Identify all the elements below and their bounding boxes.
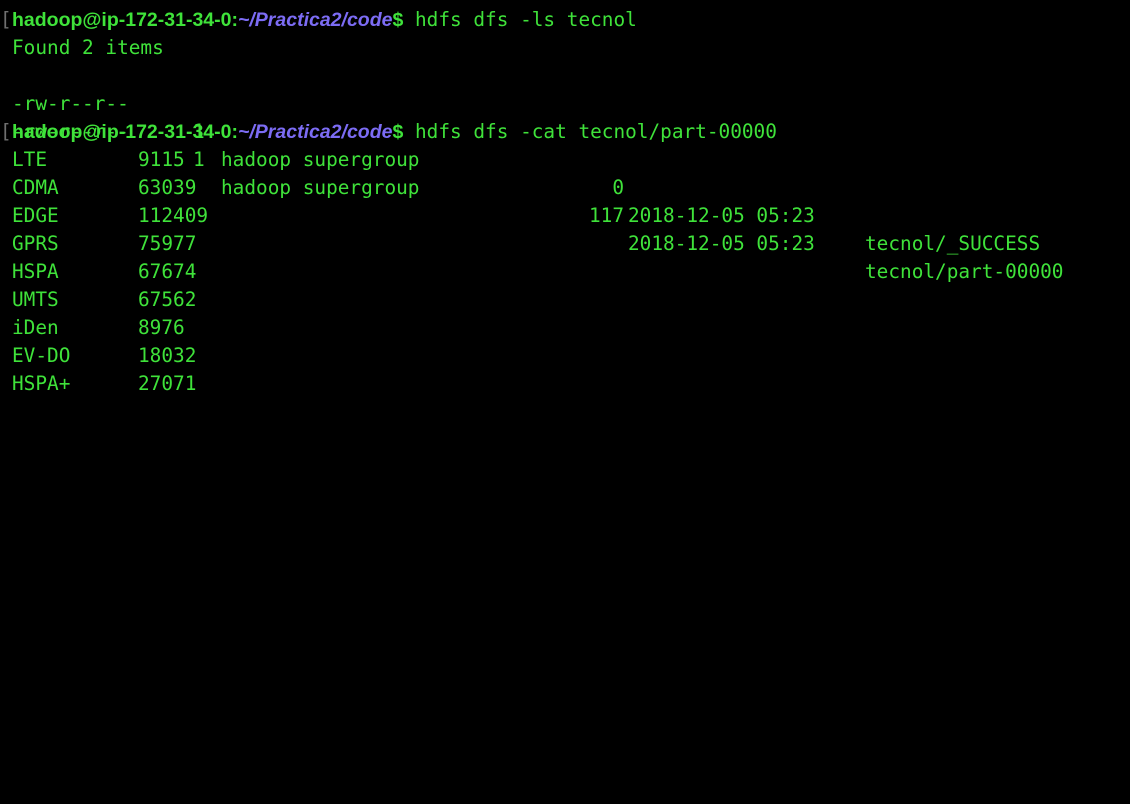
- output-key: EV-DO: [12, 344, 71, 367]
- prompt-user-host: hadoop@ip-172-31-34-0: [12, 121, 232, 143]
- output-value: 9115: [138, 148, 185, 171]
- output-key: UMTS: [12, 288, 59, 311]
- output-value: 67674: [138, 260, 197, 283]
- output-key: CDMA: [12, 176, 59, 199]
- ls-entry: -rw-r--r-- 1 hadoop supergroup 117 2018-…: [12, 90, 1122, 283]
- prompt-user-host: hadoop@ip-172-31-34-0: [12, 9, 232, 31]
- output-key: GPRS: [12, 232, 59, 255]
- ls-datetime: 2018-12-05 05:23: [628, 204, 815, 227]
- command-cat: hdfs dfs -cat tecnol/part-00000: [415, 120, 777, 143]
- output-value: 75977: [138, 232, 197, 255]
- output-row: UMTS 67562: [12, 286, 412, 314]
- ls-filename: tecnol/part-00000: [865, 260, 1064, 283]
- output-value: 8976: [138, 316, 185, 339]
- output-key: EDGE: [12, 204, 59, 227]
- output-value: 112409: [138, 204, 209, 227]
- output-key: HSPA: [12, 260, 59, 283]
- prompt-dollar: $: [392, 121, 404, 143]
- output-value: 63039: [138, 176, 197, 199]
- output-row: EV-DO 18032: [12, 342, 412, 370]
- output-value: 18032: [138, 344, 197, 367]
- prompt-path: ~/Practica2/code: [237, 9, 393, 31]
- prompt-dollar: $: [392, 9, 404, 31]
- prompt-line-cat: hadoop@ip-172-31-34-0:~/Practica2/code$ …: [12, 118, 777, 146]
- line-marker: [: [0, 8, 12, 31]
- output-row: HSPA 67674: [12, 258, 412, 286]
- output-value: 67562: [138, 288, 197, 311]
- output-key: HSPA+: [12, 372, 71, 395]
- ls-datetime: 2018-12-05 05:23: [628, 232, 815, 255]
- output-row: EDGE 112409: [12, 202, 412, 230]
- prompt-line-ls: hadoop@ip-172-31-34-0:~/Practica2/code$ …: [12, 6, 637, 34]
- ls-size: 0: [612, 176, 624, 199]
- line-marker: [: [0, 120, 12, 143]
- ls-entry: -rw-r--r-- 1 hadoop supergroup 0 2018-12…: [12, 62, 1122, 255]
- output-value: 27071: [138, 372, 197, 395]
- output-key: LTE: [12, 148, 48, 171]
- terminal-window[interactable]: [ hadoop@ip-172-31-34-0:~/Practica2/code…: [0, 0, 1130, 402]
- output-row: HSPA+ 27071: [12, 370, 412, 398]
- command-ls: hdfs dfs -ls tecnol: [415, 8, 637, 31]
- output-key: iDen: [12, 316, 59, 339]
- ls-summary: Found 2 items: [12, 36, 164, 59]
- output-row: GPRS 75977: [12, 230, 412, 258]
- output-row: CDMA 63039: [12, 174, 412, 202]
- output-row: LTE 9115: [12, 146, 412, 174]
- ls-size: 117: [588, 204, 624, 227]
- ls-filename: tecnol/_SUCCESS: [865, 232, 1041, 255]
- output-row: iDen 8976: [12, 314, 412, 342]
- prompt-path: ~/Practica2/code: [237, 121, 393, 143]
